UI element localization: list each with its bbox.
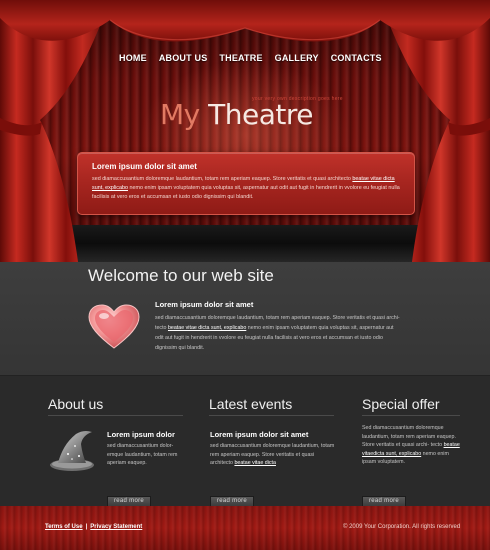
about-text: sed diamaccusantium dolor- emque laudant… bbox=[107, 443, 178, 467]
about-column: About us Lorem ipsum dolor sed diamaccus… bbox=[48, 396, 183, 507]
events-subheading: Lorem ipsum dolor sit amet bbox=[210, 430, 309, 439]
site-title: My Theatre bbox=[160, 98, 313, 132]
columns-section: About us Lorem ipsum dolor sed diamaccus… bbox=[0, 375, 490, 507]
about-text-block: Lorem ipsum dolor sed diamaccusantium do… bbox=[107, 430, 183, 468]
intro-box: Lorem ipsum dolor sit amet sed diamaccus… bbox=[77, 152, 415, 215]
footer-links: Terms of Use | Privacy Statement bbox=[45, 524, 142, 530]
footer-separator: | bbox=[85, 524, 88, 530]
events-text: sed diamaccusantium doloremque laudantiu… bbox=[210, 442, 335, 468]
site-title-my: My bbox=[160, 98, 200, 131]
welcome-subheading: Lorem ipsum dolor sit amet bbox=[155, 300, 254, 309]
welcome-text: sed diamaccusantium doloremque laudantiu… bbox=[155, 313, 403, 353]
nav-gallery[interactable]: GALLERY bbox=[269, 50, 325, 66]
offer-text-block: Sed diamaccusantium doloremque laudantiu… bbox=[362, 424, 460, 467]
welcome-heading: Welcome to our web site bbox=[88, 266, 274, 285]
events-column: Latest events Lorem ipsum dolor sit amet… bbox=[209, 396, 334, 507]
privacy-statement-link[interactable]: Privacy Statement bbox=[90, 524, 142, 530]
offer-heading: Special offer bbox=[362, 396, 460, 416]
about-heading: About us bbox=[48, 396, 183, 416]
wizard-hat-icon bbox=[50, 430, 94, 471]
nav-home[interactable]: HOME bbox=[113, 50, 153, 66]
offer-column: Special offer Sed diamaccusantium dolore… bbox=[362, 396, 460, 507]
page: HOME ABOUT US THEATRE GALLERY CONTACTS y… bbox=[0, 0, 490, 550]
welcome-link[interactable]: beatae vitae dicta sunt, explicabo bbox=[168, 325, 246, 331]
intro-heading: Lorem ipsum dolor sit amet bbox=[92, 162, 197, 171]
copyright-text: © 2009 Your Corporation. All rights rese… bbox=[343, 524, 461, 530]
offer-text: Sed diamaccusantium doloremque laudantiu… bbox=[362, 424, 460, 467]
events-text-block: Lorem ipsum dolor sit amet sed diamaccus… bbox=[210, 430, 335, 468]
main-nav: HOME ABOUT US THEATRE GALLERY CONTACTS bbox=[113, 47, 385, 69]
welcome-section: Welcome to our web site Lorem ipsum dolo… bbox=[0, 262, 490, 375]
intro-text: sed diamaccusantium doloremque laudantiu… bbox=[92, 175, 402, 202]
intro-text-start: sed diamaccusantium doloremque laudantiu… bbox=[92, 176, 353, 182]
events-link[interactable]: beatae vitae dicta bbox=[234, 460, 276, 466]
footer: Terms of Use | Privacy Statement © 2009 Yo… bbox=[0, 506, 490, 550]
stage-header: HOME ABOUT US THEATRE GALLERY CONTACTS y… bbox=[0, 0, 490, 262]
welcome-text-block: Lorem ipsum dolor sit amet sed diamaccus… bbox=[155, 300, 403, 353]
site-title-theatre: Theatre bbox=[208, 98, 313, 131]
intro-text-end: nemo enim ipsam voluptatem quia voluptas… bbox=[92, 185, 400, 200]
heart-icon bbox=[88, 304, 140, 349]
about-subheading: Lorem ipsum dolor bbox=[107, 430, 175, 439]
nav-theatre[interactable]: THEATRE bbox=[213, 50, 268, 66]
nav-about-us[interactable]: ABOUT US bbox=[153, 50, 214, 66]
nav-contacts[interactable]: CONTACTS bbox=[325, 50, 388, 66]
offer-text-start: Sed diamaccusantium doloremque laudantiu… bbox=[362, 425, 456, 449]
events-heading: Latest events bbox=[209, 396, 334, 416]
terms-of-use-link[interactable]: Terms of Use bbox=[45, 524, 83, 530]
